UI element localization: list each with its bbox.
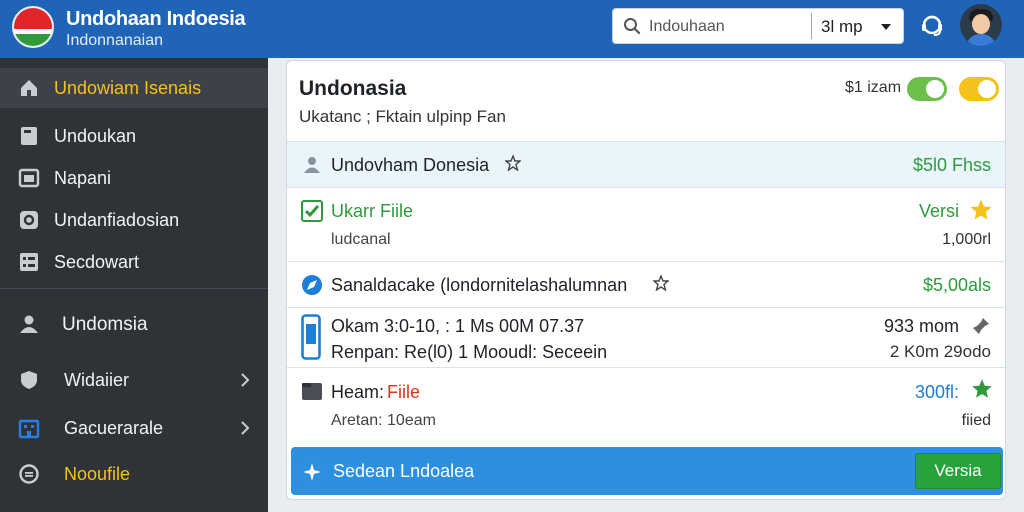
sidebar-item-security[interactable]: Widaiier xyxy=(0,360,268,400)
sidebar-item-label: Nooufile xyxy=(64,464,131,484)
shield-icon xyxy=(21,371,37,389)
phone-icon xyxy=(301,314,321,360)
list-item[interactable]: Undovham Donesia $5l0 Fhss xyxy=(287,141,1005,187)
avatar[interactable] xyxy=(960,4,1002,46)
list-item-title-accent: Fiile xyxy=(387,382,421,402)
list-item[interactable]: Okam 3:0-10, : 1 Ms 00M 07.37 Renpan: Re… xyxy=(287,307,1005,367)
app-logo[interactable] xyxy=(12,6,54,48)
page-title: Undonasia xyxy=(299,77,407,100)
chevron-right-icon[interactable] xyxy=(238,373,252,387)
sidebar-item-label: Undomsia xyxy=(62,314,148,335)
search-icon xyxy=(624,18,641,35)
pin-icon[interactable] xyxy=(971,316,991,336)
list-item-value: fiied xyxy=(961,412,991,429)
list-item-title: Sanaldacake (londornitelashalumnan xyxy=(331,275,628,295)
list-item-value: 1,000rl xyxy=(942,231,991,248)
search-divider xyxy=(811,13,812,39)
toggle-switch-green[interactable] xyxy=(907,77,947,101)
sidebar-item-label: Napani xyxy=(54,168,112,188)
page-subtitle: Ukatanc ; Fktain ulpinp Fan xyxy=(299,107,506,126)
list-icon xyxy=(20,253,38,271)
sidebar-item-home[interactable]: Undowiam Isenais xyxy=(0,68,268,108)
user-icon xyxy=(20,315,38,333)
folder-icon xyxy=(302,383,322,400)
chat-icon xyxy=(19,464,39,484)
list-item-amount: 300fl: xyxy=(914,382,959,402)
home-icon xyxy=(21,80,37,96)
list-item-value: 2 K0m 29odo xyxy=(889,342,991,361)
circle-icon xyxy=(20,211,38,229)
sidebar-item-list[interactable]: Secdowart xyxy=(0,242,268,282)
sidebar-item-records[interactable]: Undanfiadosian xyxy=(0,200,268,240)
list-item-version: Versi xyxy=(918,201,959,221)
star-icon[interactable] xyxy=(969,198,993,222)
list-item-title: Undovham Donesia xyxy=(331,155,490,175)
search-scope-select[interactable]: 3l mp xyxy=(821,17,863,37)
banner-text: Sedean Lndoalea xyxy=(333,461,475,481)
sidebar-item-label: Undoukan xyxy=(54,126,137,146)
list-item[interactable]: Ukarr Fiile ludcanal Versi 1,000rl xyxy=(287,187,1005,261)
list-item-line2: Renpan: Re(l0) 1 Mooudl: Seceein xyxy=(331,342,608,362)
list-item-subtitle: Aretan: 10eam xyxy=(331,412,436,429)
checkbox-checked-icon[interactable] xyxy=(301,200,323,222)
app-title: Undohaan Indoesia xyxy=(66,8,246,30)
sidebar-item-label: Undanfiadosian xyxy=(54,210,180,230)
sidebar-item-images[interactable]: Napani xyxy=(0,158,268,198)
star-outline-icon[interactable] xyxy=(653,275,669,291)
star-outline-icon[interactable] xyxy=(505,155,521,171)
sidebar-item-user[interactable]: Undomsia xyxy=(0,304,268,344)
support-icon[interactable] xyxy=(918,12,946,40)
user-icon xyxy=(304,157,320,173)
sidebar-item-label: Widaiier xyxy=(64,370,130,390)
list-item-title: Ukarr Fiile xyxy=(331,201,414,221)
sidebar-item-documents[interactable]: Undoukan xyxy=(0,116,268,156)
chevron-right-icon[interactable] xyxy=(238,421,252,435)
sidebar-item-messages[interactable]: Nooufile xyxy=(0,454,268,494)
sidebar-item-buildings[interactable]: Gacuerarale xyxy=(0,408,268,448)
list-item-amount: $5,00als xyxy=(922,275,991,295)
sidebar: Undowiam Isenais Undoukan Napani Undanfi… xyxy=(0,58,268,512)
search-input[interactable]: Indouhaan xyxy=(649,18,725,36)
sidebar-item-label: Secdowart xyxy=(54,252,140,272)
list-item[interactable]: Sanaldacake (londornitelashalumnan $5,00… xyxy=(287,261,1005,307)
list-item-amount: $5l0 Fhss xyxy=(912,155,991,175)
status-label: $1 izam xyxy=(845,79,902,96)
toggle-switch-yellow[interactable] xyxy=(959,77,999,101)
chevron-down-icon[interactable] xyxy=(881,24,891,30)
app-header: Undohaan Indoesia Indonnanaian Indouhaan… xyxy=(0,0,1024,58)
app-subtitle: Indonnanaian xyxy=(66,32,163,49)
image-icon xyxy=(18,168,40,188)
list-item-subtitle: ludcanal xyxy=(331,231,391,248)
document-icon xyxy=(21,127,37,145)
search-bar[interactable]: Indouhaan 3l mp xyxy=(612,8,904,44)
version-button[interactable]: Versia xyxy=(915,453,1001,489)
plus-icon xyxy=(303,463,321,481)
action-banner[interactable]: Sedean Lndoalea Versia xyxy=(291,447,1003,495)
star-icon[interactable] xyxy=(971,378,993,400)
list-item-title: Heam: xyxy=(331,382,385,402)
compass-icon xyxy=(302,275,322,295)
sidebar-divider xyxy=(0,288,268,289)
list-item-line1: Okam 3:0-10, : 1 Ms 00M 07.37 xyxy=(331,316,585,336)
list-item[interactable]: Heam: Fiile Aretan: 10eam 300fl: fiied xyxy=(287,367,1005,439)
sidebar-item-label: Gacuerarale xyxy=(64,418,164,438)
list-item-value: 933 mom xyxy=(883,316,959,336)
main-panel: Undonasia Ukatanc ; Fktain ulpinp Fan $1… xyxy=(286,60,1006,500)
building-icon xyxy=(18,419,40,439)
sidebar-item-label: Undowiam Isenais xyxy=(54,78,202,98)
